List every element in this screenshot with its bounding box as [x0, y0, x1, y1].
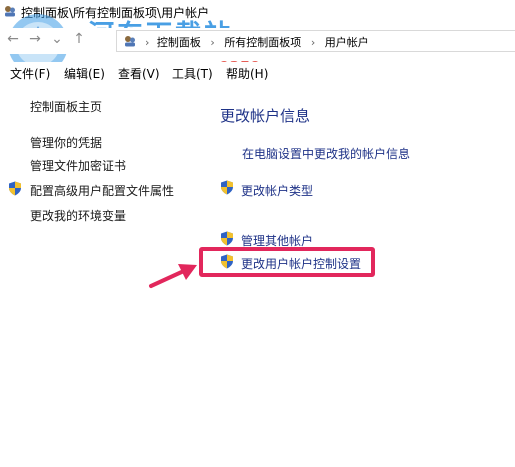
control-panel-icon [125, 36, 135, 47]
address-box[interactable]: › 控制面板 › 所有控制面板项 › 用户帐户 [116, 30, 515, 52]
highlight-box [199, 247, 375, 277]
task-change-account-in-pc-settings[interactable]: 在电脑设置中更改我的帐户信息 [242, 145, 410, 162]
address-bar: ← → ⌄ ↑ › 控制面板 › 所有控制面板项 › 用户帐户 [0, 28, 515, 54]
menu-file[interactable]: 文件(F) [10, 65, 50, 82]
uac-shield-icon [221, 231, 233, 246]
up-arrow-icon[interactable]: ↑ [70, 30, 88, 48]
uac-shield-icon [9, 181, 21, 196]
control-panel-icon [5, 6, 15, 17]
menu-help[interactable]: 帮助(H) [226, 65, 268, 82]
pointer-arrow-icon [149, 264, 197, 288]
breadcrumb: › 控制面板 › 所有控制面板项 › 用户帐户 [145, 34, 369, 50]
back-arrow-icon[interactable]: ← [4, 30, 22, 48]
breadcrumb-item-control-panel[interactable]: 控制面板 [157, 36, 201, 49]
task-change-account-type[interactable]: 更改帐户类型 [241, 182, 313, 199]
menu-view[interactable]: 查看(V) [118, 65, 160, 82]
sidebar-item-environment-variables[interactable]: 更改我的环境变量 [30, 207, 126, 224]
breadcrumb-item-all-items[interactable]: 所有控制面板项 [224, 36, 301, 49]
chevron-down-icon[interactable]: ⌄ [48, 30, 66, 48]
main-content: 更改帐户信息 在电脑设置中更改我的帐户信息 更改帐户类型 管理其他帐户 更改用户… [205, 90, 515, 467]
breadcrumb-separator: › [310, 36, 316, 49]
breadcrumb-item-user-accounts[interactable]: 用户帐户 [325, 36, 369, 49]
menu-tools[interactable]: 工具(T) [172, 65, 213, 82]
sidebar-item-file-encryption-certs[interactable]: 管理文件加密证书 [30, 157, 126, 174]
uac-shield-icon [221, 180, 233, 195]
sidebar-item-advanced-profile-properties[interactable]: 配置高级用户配置文件属性 [30, 182, 174, 199]
title-bar: 控制面板\所有控制面板项\用户帐户 [0, 0, 515, 24]
sidebar-item-control-panel-home[interactable]: 控制面板主页 [30, 98, 102, 115]
forward-arrow-icon[interactable]: → [26, 30, 44, 48]
menu-bar: 文件(F) 编辑(E) 查看(V) 工具(T) 帮助(H) [0, 62, 515, 84]
breadcrumb-separator: › [145, 36, 150, 49]
sidebar-item-manage-credentials[interactable]: 管理你的凭据 [30, 134, 102, 151]
page-title: 更改帐户信息 [220, 107, 311, 125]
window-title: 控制面板\所有控制面板项\用户帐户 [21, 6, 210, 20]
breadcrumb-separator: › [210, 36, 215, 49]
menu-edit[interactable]: 编辑(E) [64, 65, 105, 82]
